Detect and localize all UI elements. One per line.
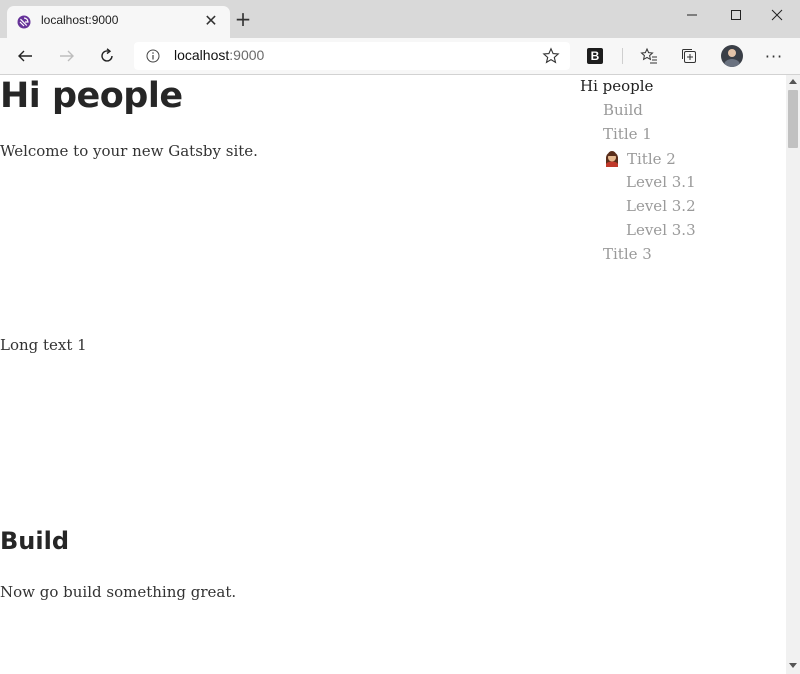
toc-item-title-1[interactable]: Title 1	[603, 125, 652, 143]
vertical-scrollbar[interactable]	[786, 75, 800, 674]
forward-icon[interactable]	[53, 42, 81, 70]
url-host: localhost	[174, 47, 230, 63]
toolbar-divider	[622, 48, 623, 64]
extension-letter: B	[587, 48, 603, 64]
url-text: localhost:9000	[174, 47, 264, 63]
section-text: Now go build something great.	[0, 583, 237, 601]
toc-item-hi-people[interactable]: Hi people	[580, 77, 653, 95]
info-icon[interactable]	[146, 49, 160, 63]
toc-item-level-3-3[interactable]: Level 3.3	[626, 221, 696, 239]
toc-item-title-3[interactable]: Title 3	[603, 245, 652, 263]
avatar	[721, 45, 743, 67]
toc-item-label: Title 2	[627, 150, 676, 168]
more-icon[interactable]: ···	[760, 42, 788, 70]
close-icon[interactable]	[754, 0, 800, 30]
minimize-icon[interactable]	[669, 0, 715, 30]
new-tab-button[interactable]: +	[232, 9, 254, 31]
refresh-icon[interactable]	[93, 42, 121, 70]
tab-strip: localhost:9000 ✕ +	[0, 0, 800, 38]
intro-text: Welcome to your new Gatsby site.	[0, 142, 258, 160]
toc-item-title-2[interactable]: Title 2	[603, 149, 676, 168]
toc-item-level-3-2[interactable]: Level 3.2	[626, 197, 696, 215]
profile-avatar[interactable]	[718, 42, 746, 70]
favorites-icon[interactable]	[635, 42, 663, 70]
favorite-star-icon[interactable]	[542, 47, 560, 65]
scroll-down-arrow-icon[interactable]	[789, 663, 797, 668]
tab-title: localhost:9000	[41, 13, 119, 27]
gatsby-icon	[17, 15, 31, 29]
bold-extension-icon[interactable]: B	[581, 42, 609, 70]
scroll-up-arrow-icon[interactable]	[789, 79, 797, 84]
address-bar[interactable]: localhost:9000	[134, 42, 570, 70]
woman-emoji-icon	[606, 151, 618, 167]
maximize-icon[interactable]	[713, 0, 759, 30]
long-text: Long text 1	[0, 336, 87, 354]
scroll-thumb[interactable]	[788, 90, 798, 148]
toc-item-build[interactable]: Build	[603, 101, 643, 119]
collections-icon[interactable]	[675, 42, 703, 70]
browser-toolbar: localhost:9000 B ···	[0, 38, 800, 75]
section-heading-build: Build	[0, 527, 70, 555]
url-port: :9000	[229, 47, 265, 63]
browser-tab[interactable]: localhost:9000 ✕	[7, 6, 230, 38]
toc-item-level-3-1[interactable]: Level 3.1	[626, 173, 696, 191]
back-icon[interactable]	[11, 42, 39, 70]
tab-close-icon[interactable]: ✕	[200, 10, 222, 32]
page-content: Hi people Welcome to your new Gatsby sit…	[0, 75, 786, 674]
page-title: Hi people	[0, 76, 183, 116]
more-glyph: ···	[764, 46, 784, 66]
